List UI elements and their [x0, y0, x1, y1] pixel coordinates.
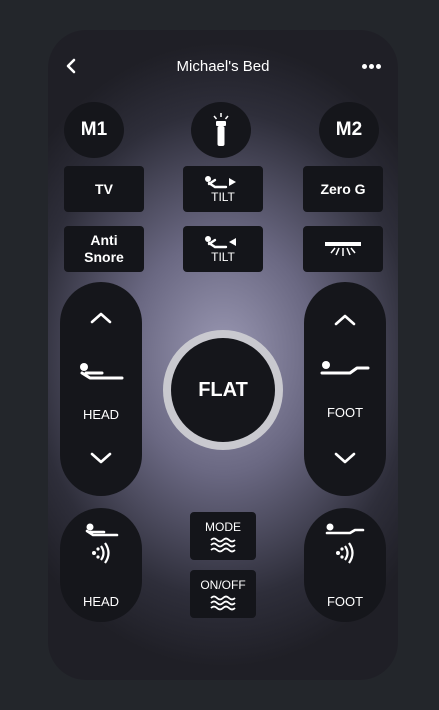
- head-down-button[interactable]: [89, 450, 113, 471]
- foot-position-icon: [320, 360, 370, 385]
- head-position-icon: [78, 362, 124, 387]
- head-label: HEAD: [82, 407, 120, 422]
- page-title: Michael's Bed: [176, 58, 270, 75]
- wave-icon: [210, 595, 236, 610]
- tilt-up-icon: [205, 175, 236, 188]
- foot-label: FOOT: [326, 405, 364, 420]
- wave-icon: [210, 537, 236, 552]
- head-massage-label: HEAD: [82, 594, 120, 609]
- memory-2-button[interactable]: M2: [319, 102, 379, 158]
- anti-snore-label-line2: Snore: [84, 249, 124, 265]
- flashlight-icon: [213, 113, 229, 146]
- tilt-down-label: TILT: [211, 249, 235, 264]
- bed-remote-panel: Michael's Bed M1 M2 TV TILT Zero G Anti …: [48, 30, 398, 680]
- tilt-down-button[interactable]: TILT: [183, 226, 263, 272]
- more-options-button[interactable]: [358, 57, 384, 75]
- tilt-down-icon: [205, 235, 236, 248]
- onoff-label: ON/OFF: [200, 577, 246, 592]
- tv-label: TV: [95, 180, 113, 197]
- flashlight-button[interactable]: [191, 102, 251, 158]
- zero-g-preset-button[interactable]: Zero G: [303, 166, 383, 212]
- tilt-up-label: TILT: [211, 189, 235, 204]
- foot-down-button[interactable]: [333, 450, 357, 471]
- memory-1-button[interactable]: M1: [64, 102, 124, 158]
- foot-up-button[interactable]: [333, 312, 357, 333]
- tv-preset-button[interactable]: TV: [64, 166, 144, 212]
- massage-onoff-button[interactable]: ON/OFF: [190, 570, 256, 618]
- foot-adjust-control: FOOT: [304, 282, 386, 496]
- underbed-light-icon: [325, 242, 361, 256]
- mode-label: MODE: [205, 519, 241, 534]
- chevron-down-icon: [90, 452, 112, 464]
- anti-snore-label-line1: Anti: [90, 232, 118, 248]
- anti-snore-preset-button[interactable]: Anti Snore: [64, 226, 144, 272]
- flat-button[interactable]: FLAT: [171, 338, 275, 442]
- underbed-light-button[interactable]: [303, 226, 383, 272]
- foot-massage-label: FOOT: [326, 594, 364, 609]
- chevron-up-icon: [334, 314, 356, 326]
- head-adjust-control: HEAD: [60, 282, 142, 496]
- head-massage-button[interactable]: HEAD: [60, 508, 142, 622]
- head-up-button[interactable]: [89, 310, 113, 331]
- foot-massage-button[interactable]: FOOT: [304, 508, 386, 622]
- head-massage-icon: [84, 522, 120, 571]
- more-dots-icon: [361, 63, 367, 69]
- foot-massage-icon: [324, 522, 366, 571]
- zero-g-label: Zero G: [320, 180, 366, 197]
- massage-mode-button[interactable]: MODE: [190, 512, 256, 560]
- chevron-up-icon: [90, 312, 112, 324]
- tilt-up-button[interactable]: TILT: [183, 166, 263, 212]
- chevron-down-icon: [334, 452, 356, 464]
